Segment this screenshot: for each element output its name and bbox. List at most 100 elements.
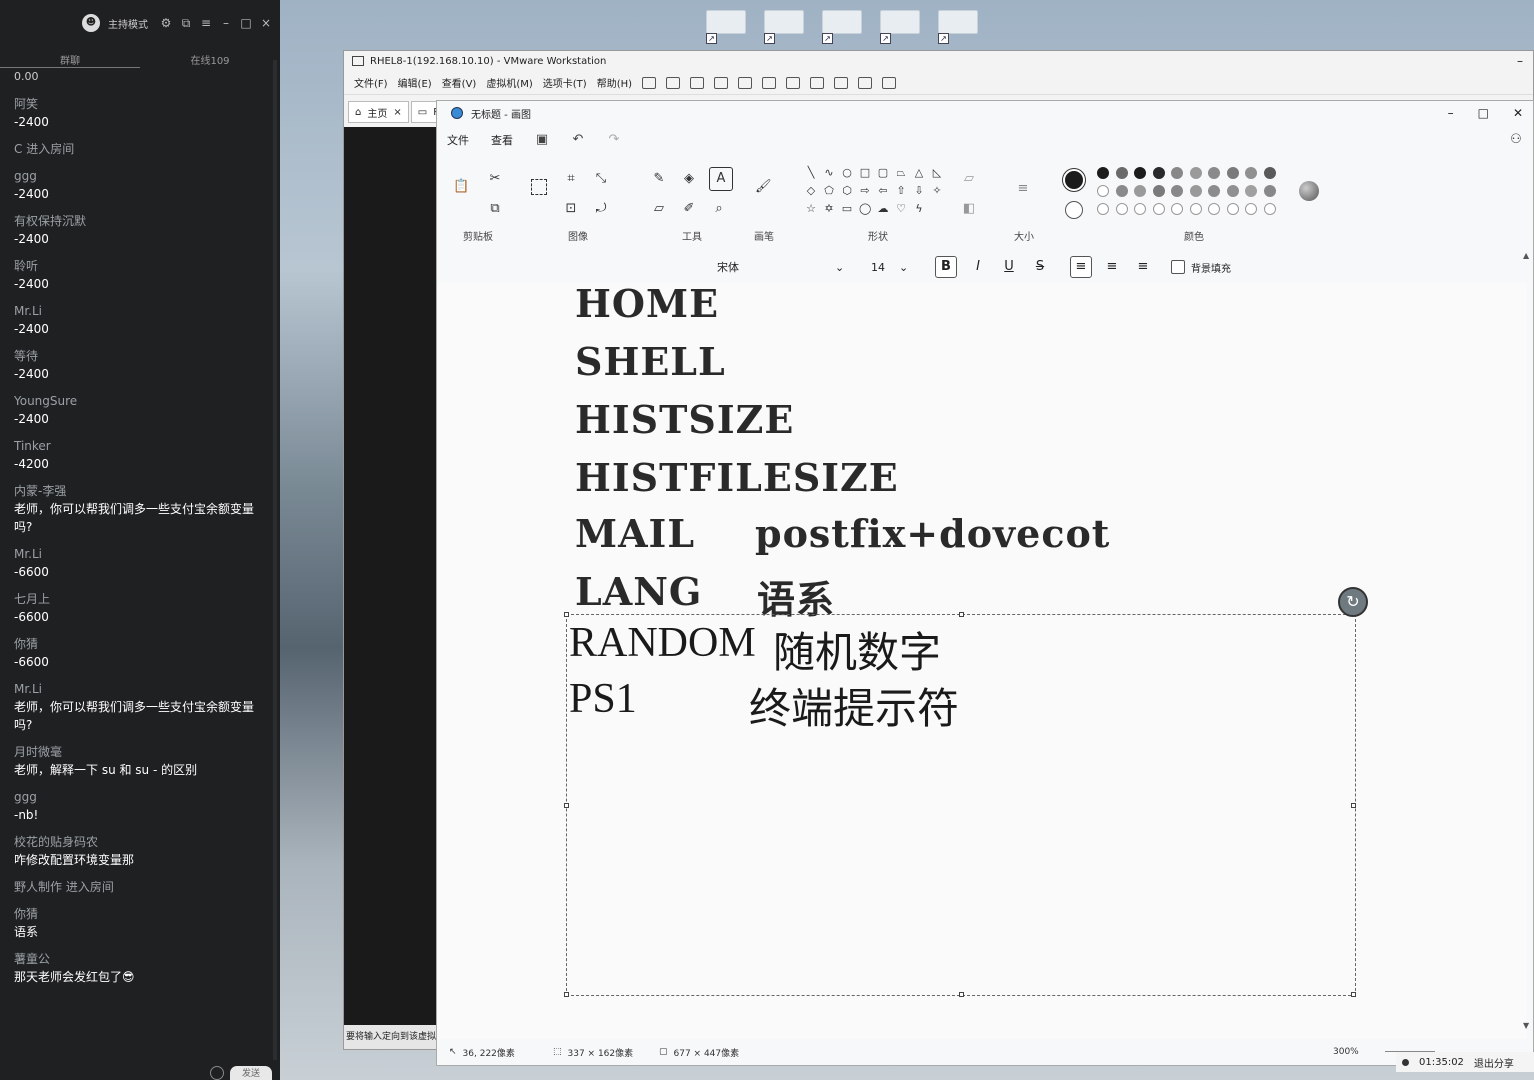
magnifier-icon[interactable]: ⌕	[711, 201, 727, 217]
message-sender[interactable]: Tinker	[14, 438, 259, 455]
callout-rect-shape-icon[interactable]: ▭	[841, 203, 853, 215]
desktop-shortcut-icon[interactable]: ↗	[764, 10, 806, 44]
maximize-icon[interactable]: □	[1478, 106, 1489, 120]
right-triangle-shape-icon[interactable]: ◺	[931, 167, 943, 179]
palette-color-swatch[interactable]	[1189, 203, 1202, 215]
scroll-up-icon[interactable]: ▲	[1523, 251, 1529, 260]
desktop-shortcut-icon[interactable]: ↗	[938, 10, 980, 44]
rotate-icon[interactable]: ⤾	[593, 201, 609, 217]
palette-color-swatch[interactable]	[1208, 167, 1220, 179]
desktop-shortcut-icon[interactable]: ↗	[880, 10, 922, 44]
menu-help[interactable]: 帮助(H)	[597, 75, 632, 90]
align-left-icon[interactable]: ≡	[1070, 256, 1092, 278]
arrow-up-shape-icon[interactable]: ⇧	[895, 185, 907, 197]
maximize-icon[interactable]: □	[240, 16, 252, 30]
edit-colors-icon[interactable]	[1299, 181, 1319, 201]
callout-oval-shape-icon[interactable]: ◯	[859, 203, 871, 215]
message-sender[interactable]: 阿笑	[14, 96, 259, 113]
exit-share-button[interactable]: 退出分享	[1474, 1055, 1514, 1070]
message-sender[interactable]: 野人制作 进入房间	[14, 879, 259, 896]
align-center-icon[interactable]: ≡	[1101, 256, 1123, 278]
palette-color-swatch[interactable]	[1263, 185, 1276, 197]
menu-file[interactable]: 文件(F)	[354, 75, 388, 90]
brush-icon[interactable]: 🖌	[755, 179, 772, 195]
message-sender[interactable]: 等待	[14, 348, 259, 365]
align-right-icon[interactable]: ≡	[1132, 256, 1154, 278]
message-sender[interactable]: Mr.Li	[14, 303, 259, 320]
message-sender[interactable]: 月时微毫	[14, 744, 259, 761]
palette-color-swatch[interactable]	[1152, 185, 1165, 197]
color-picker-icon[interactable]: ✐	[681, 201, 697, 217]
secondary-color-swatch[interactable]	[1065, 201, 1083, 219]
resize-handle[interactable]	[1351, 992, 1356, 997]
canvas-scrollbar[interactable]: ▲ ▼	[1523, 251, 1533, 1041]
share-icon[interactable]: ⚇	[1509, 133, 1523, 147]
snapshot-revert-icon[interactable]	[714, 76, 729, 89]
palette-color-swatch[interactable]	[1097, 185, 1109, 197]
palette-color-swatch[interactable]	[1226, 185, 1239, 197]
message-sender[interactable]: 聆听	[14, 258, 259, 275]
background-fill-checkbox[interactable]	[1171, 260, 1185, 274]
text-selection-box[interactable]	[564, 612, 1356, 997]
fill-shape-icon[interactable]: ◧	[961, 201, 977, 217]
minimize-icon[interactable]: –	[220, 16, 232, 30]
palette-color-swatch[interactable]	[1152, 167, 1165, 179]
palette-color-swatch[interactable]	[1263, 203, 1276, 215]
palette-color-swatch[interactable]	[1189, 167, 1202, 179]
paste-icon[interactable]: 📋	[453, 179, 469, 195]
snapshot-manager-icon[interactable]	[738, 76, 753, 89]
tab-online[interactable]: 在线109	[140, 52, 280, 68]
message-sender[interactable]: YoungSure	[14, 393, 259, 410]
star5-shape-icon[interactable]: ☆	[805, 203, 817, 215]
resize-handle[interactable]	[959, 992, 964, 997]
message-sender[interactable]: 七月上	[14, 591, 259, 608]
italic-button[interactable]: I	[967, 256, 989, 278]
palette-color-swatch[interactable]	[1134, 203, 1146, 215]
copy-icon[interactable]: ⧉	[487, 201, 503, 217]
primary-color-swatch[interactable]	[1063, 169, 1085, 191]
resize-handle[interactable]	[564, 803, 569, 808]
unity-icon[interactable]	[834, 76, 849, 89]
view-sidebar-icon[interactable]	[762, 76, 777, 89]
message-sender[interactable]: 你猜	[14, 906, 259, 923]
palette-color-swatch[interactable]	[1245, 203, 1257, 215]
font-select[interactable]: 宋体	[717, 259, 739, 275]
palette-color-swatch[interactable]	[1134, 185, 1146, 197]
tab-home[interactable]: ⌂ 主页 ×	[348, 101, 409, 123]
underline-button[interactable]: U	[998, 256, 1020, 278]
pentagon-shape-icon[interactable]: ⬠	[823, 185, 835, 197]
message-sender[interactable]: 有权保持沉默	[14, 213, 259, 230]
close-icon[interactable]: ✕	[1513, 106, 1523, 120]
hexagon-shape-icon[interactable]: ⬡	[841, 185, 853, 197]
emoji-icon[interactable]	[210, 1066, 224, 1080]
menu-edit[interactable]: 编辑(E)	[398, 75, 432, 90]
palette-color-swatch[interactable]	[1097, 203, 1109, 215]
eraser-icon[interactable]: ▱	[651, 201, 667, 217]
snapshot-icon[interactable]	[690, 76, 705, 89]
heart-shape-icon[interactable]: ♡	[895, 203, 907, 215]
crop-icon[interactable]: ⌗	[563, 171, 579, 187]
message-sender[interactable]: Mr.Li	[14, 546, 259, 563]
close-icon[interactable]: ×	[393, 107, 401, 118]
diamond-shape-icon[interactable]: ◇	[805, 185, 817, 197]
text-tool-icon[interactable]: A	[709, 167, 733, 191]
fill-icon[interactable]: ◈	[681, 171, 697, 187]
guest-screen[interactable]	[344, 127, 436, 1025]
chevron-down-icon[interactable]: ⌄	[835, 261, 844, 274]
minimize-icon[interactable]: –	[1448, 106, 1454, 120]
palette-color-swatch[interactable]	[1115, 185, 1128, 197]
popout-icon[interactable]: ⧉	[180, 16, 192, 31]
line-width-icon[interactable]: ≡	[1015, 181, 1031, 197]
polygon-shape-icon[interactable]: ⏢	[895, 167, 907, 179]
select-icon[interactable]	[531, 179, 547, 195]
drawing-canvas[interactable]: HOME SHELL HISTSIZE HISTFILESIZE MAIL postfix…	[437, 283, 1527, 1039]
resize-handle[interactable]	[959, 612, 964, 617]
rounded-rect-shape-icon[interactable]: ▢	[877, 167, 889, 179]
send-button[interactable]: 发送	[230, 1066, 272, 1080]
line-shape-icon[interactable]: ╲	[805, 167, 817, 179]
menu-view[interactable]: 查看(V)	[442, 75, 477, 90]
chat-scrollbar[interactable]	[273, 60, 277, 1060]
message-sender[interactable]: ggg	[14, 789, 259, 806]
outline-icon[interactable]: ▱	[961, 171, 977, 187]
host-avatar[interactable]: ☻	[82, 14, 100, 32]
